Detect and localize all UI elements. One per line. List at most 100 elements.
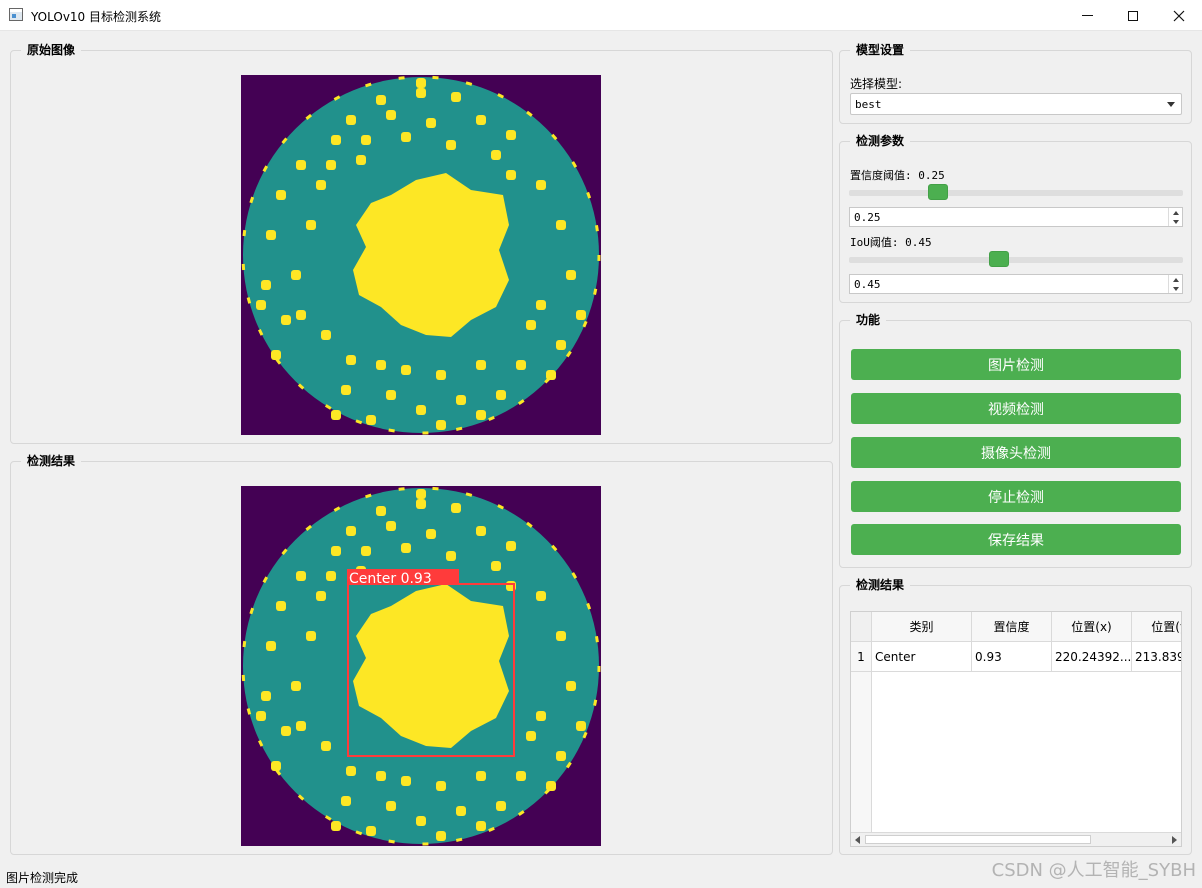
defect-dot — [451, 503, 461, 513]
defect-dot — [436, 370, 446, 380]
defect-dot — [536, 180, 546, 190]
defect-dot — [256, 300, 266, 310]
defect-dot — [546, 781, 556, 791]
slider-track — [849, 190, 1183, 196]
defect-dot — [326, 160, 336, 170]
horizontal-scrollbar[interactable] — [851, 832, 1181, 846]
spin-up-button[interactable] — [1168, 275, 1182, 284]
defect-dot — [376, 771, 386, 781]
defect-dot — [546, 370, 556, 380]
defect-dot — [346, 766, 356, 776]
spin-down-button[interactable] — [1168, 217, 1182, 226]
slider-handle[interactable] — [927, 184, 948, 200]
defect-dot — [436, 420, 446, 430]
scroll-left-icon[interactable] — [855, 836, 860, 844]
defect-dot — [446, 551, 456, 561]
original-image — [241, 75, 601, 435]
defect-dot — [341, 796, 351, 806]
defect-dot — [416, 78, 426, 88]
defect-dot — [331, 410, 341, 420]
table-corner[interactable] — [851, 612, 872, 642]
result-table-title: 检测结果 — [850, 577, 911, 593]
defect-dot — [476, 821, 486, 831]
defect-dot — [506, 130, 516, 140]
defect-dot — [306, 631, 316, 641]
model-select[interactable]: best — [850, 93, 1182, 115]
defect-dot — [386, 801, 396, 811]
slider-handle[interactable] — [989, 251, 1010, 267]
camera-detect-button[interactable]: 摄像头检测 — [851, 437, 1181, 468]
defect-dot — [516, 360, 526, 370]
spin-down-button[interactable] — [1168, 284, 1182, 293]
stop-detect-button[interactable]: 停止检测 — [851, 481, 1181, 512]
defect-dot — [436, 781, 446, 791]
result-image-title: 检测结果 — [21, 453, 82, 469]
table-cell-confidence[interactable]: 0.93 — [972, 642, 1052, 672]
defect-dot — [556, 340, 566, 350]
defect-dot — [401, 776, 411, 786]
defect-dot — [416, 489, 426, 499]
iou-threshold-slider[interactable] — [849, 249, 1183, 269]
close-icon — [1173, 10, 1185, 21]
defect-dot — [506, 541, 516, 551]
defect-dot — [566, 681, 576, 691]
defect-dot — [346, 526, 356, 536]
scroll-right-icon[interactable] — [1172, 836, 1177, 844]
defect-dot — [536, 591, 546, 601]
table-cell-class[interactable]: Center — [872, 642, 972, 672]
iou-threshold-label: IoU阈值: 0.45 — [850, 236, 932, 249]
result-table[interactable]: 类别 置信度 位置(x) 位置(y) 1 Center 0.93 220.243… — [850, 611, 1182, 847]
table-cell-y[interactable]: 213.8397 — [1132, 642, 1181, 672]
conf-threshold-value: 0.25 — [854, 211, 881, 224]
column-header-y[interactable]: 位置(y) — [1132, 612, 1181, 642]
minimize-button[interactable] — [1064, 0, 1110, 31]
column-header-class[interactable]: 类别 — [872, 612, 972, 642]
arrow-up-icon — [1172, 210, 1179, 215]
defect-dot — [426, 529, 436, 539]
defect-dot — [331, 821, 341, 831]
iou-threshold-spinbox[interactable]: 0.45 — [849, 274, 1183, 294]
defect-dot — [296, 571, 306, 581]
spin-up-button[interactable] — [1168, 208, 1182, 217]
row-header[interactable]: 1 — [851, 642, 872, 672]
model-settings-group: 模型设置 选择模型: best — [839, 42, 1192, 124]
defect-dot — [341, 385, 351, 395]
title-bar: YOLOv10 目标检测系统 — [0, 0, 1202, 31]
defect-dot — [316, 180, 326, 190]
close-button[interactable] — [1156, 0, 1202, 31]
maximize-button[interactable] — [1110, 0, 1156, 31]
detection-label: Center 0.93 — [349, 571, 432, 587]
video-detect-button[interactable]: 视频检测 — [851, 393, 1181, 424]
column-header-confidence[interactable]: 置信度 — [972, 612, 1052, 642]
defect-dot — [306, 220, 316, 230]
watermark: CSDN @人工智能_SYBH — [991, 860, 1196, 881]
iou-threshold-value: 0.45 — [854, 278, 881, 291]
defect-dot — [386, 521, 396, 531]
defect-dot — [331, 546, 341, 556]
table-cell-x[interactable]: 220.24392... — [1052, 642, 1132, 672]
chevron-down-icon — [1167, 102, 1175, 107]
defect-dot — [416, 499, 426, 509]
defect-dot — [416, 405, 426, 415]
model-select-value: best — [855, 98, 882, 111]
defect-dot — [321, 741, 331, 751]
status-bar: 图片检测完成 — [6, 871, 79, 885]
defect-dot — [296, 721, 306, 731]
defect-dot — [556, 751, 566, 761]
defect-dot — [296, 310, 306, 320]
column-header-x[interactable]: 位置(x) — [1052, 612, 1132, 642]
scrollbar-thumb[interactable] — [865, 835, 1091, 844]
image-detect-button[interactable]: 图片检测 — [851, 349, 1181, 380]
result-image: Center 0.93 — [241, 486, 601, 846]
defect-dot — [426, 118, 436, 128]
defect-dot — [281, 315, 291, 325]
defect-dot — [416, 816, 426, 826]
vertical-header — [851, 672, 872, 832]
conf-threshold-spinbox[interactable]: 0.25 — [849, 207, 1183, 227]
conf-threshold-slider[interactable] — [849, 182, 1183, 202]
result-table-group: 检测结果 类别 置信度 位置(x) 位置(y) 1 Center 0.93 22… — [839, 577, 1192, 855]
save-result-button[interactable]: 保存结果 — [851, 524, 1181, 555]
defect-dot — [346, 355, 356, 365]
defect-dot — [386, 390, 396, 400]
defect-dot — [491, 561, 501, 571]
